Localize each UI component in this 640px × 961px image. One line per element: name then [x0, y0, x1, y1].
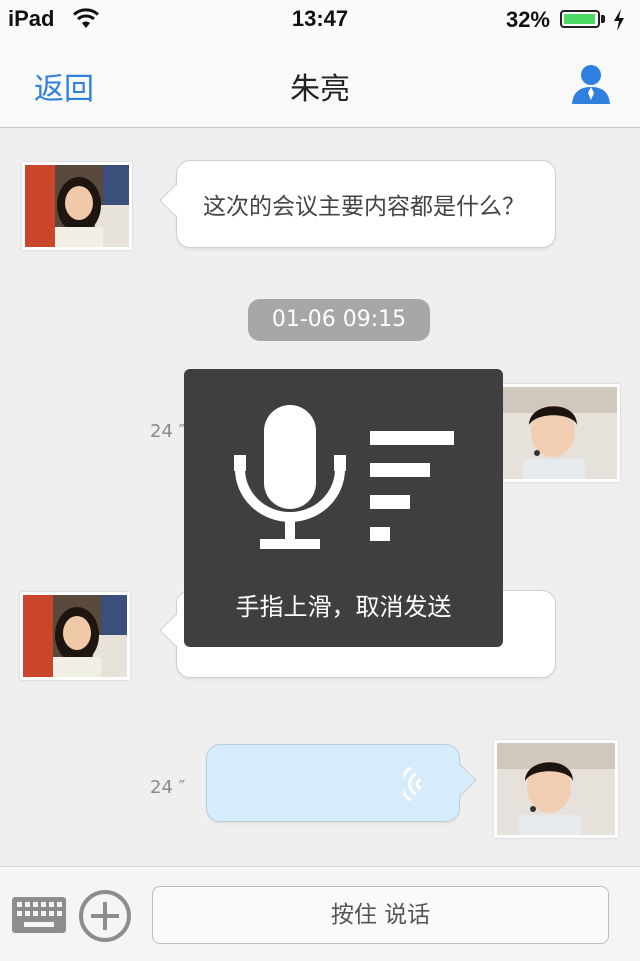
self-avatar[interactable]: [500, 384, 620, 482]
self-avatar[interactable]: [494, 740, 618, 838]
bubble-tail: [444, 764, 477, 797]
bubble-tail: [159, 184, 192, 217]
microphone-icon: [234, 405, 346, 549]
man-avatar-image: [503, 387, 617, 479]
charging-icon: [614, 9, 624, 31]
keyboard-icon[interactable]: [12, 897, 66, 933]
person-icon[interactable]: [570, 62, 612, 106]
volume-level-icon: [370, 431, 454, 541]
message-bubble-text[interactable]: 这次的会议主要内容都是什么？: [159, 160, 556, 248]
message-text: 这次的会议主要内容都是什么？: [203, 194, 525, 220]
contact-avatar[interactable]: [22, 162, 132, 250]
status-bar: iPad 13:47 32%: [0, 0, 640, 40]
voice-duration: 24 ″: [150, 421, 186, 442]
timestamp-badge: 01-06 09:15: [248, 299, 430, 341]
cancel-hint-text: 手指上滑，取消发送: [235, 593, 452, 621]
contact-avatar[interactable]: [20, 592, 130, 680]
sound-wave-icon: [403, 766, 422, 802]
battery-icon: [560, 10, 600, 28]
page-title: 朱亮: [290, 72, 350, 107]
nav-bar: 返回 朱亮: [0, 40, 640, 128]
voice-message-bubble[interactable]: [206, 744, 477, 822]
plus-circle-icon[interactable]: [78, 889, 132, 943]
battery-tip: [601, 15, 605, 23]
hold-to-talk-button[interactable]: 按住 说话: [152, 886, 609, 944]
voice-duration: 24 ″: [150, 777, 186, 798]
woman-avatar-image: [23, 595, 127, 677]
woman-avatar-image: [25, 165, 129, 247]
recording-overlay: 手指上滑，取消发送: [184, 369, 503, 647]
man-avatar-image: [497, 743, 615, 835]
battery-percent: 32%: [505, 7, 550, 32]
input-bar: 按住 说话: [0, 866, 640, 961]
